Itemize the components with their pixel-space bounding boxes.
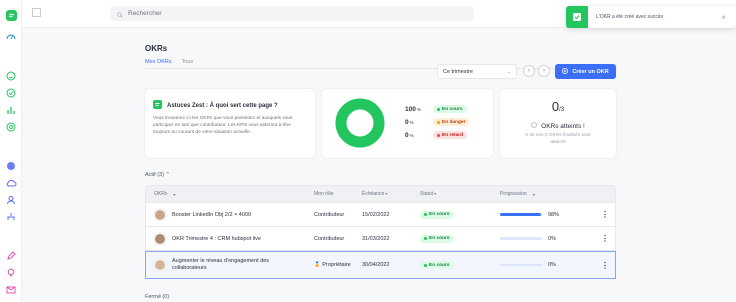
create-okr-label: Créer un OKR xyxy=(572,68,609,75)
zest-tip-icon xyxy=(153,100,162,111)
okr-icon[interactable] xyxy=(5,160,17,172)
table-header: OKRs ▾ Mon rôle Échéance ▾ Statut ▾ Progr… xyxy=(145,185,616,203)
success-toast: L'OKR a été créé avec succès × xyxy=(566,6,736,28)
avatar xyxy=(154,232,166,245)
plus-icon xyxy=(562,67,569,76)
closed-section-toggle[interactable]: Fermé (0) xyxy=(145,294,169,300)
tips-title: Astuces Zest : À quoi sert cette page ? xyxy=(167,102,278,109)
mood-icon[interactable] xyxy=(5,70,17,82)
mail-icon[interactable] xyxy=(5,284,17,296)
home-icon[interactable] xyxy=(5,31,17,43)
org-icon[interactable] xyxy=(5,211,17,223)
search-input[interactable] xyxy=(128,10,428,17)
create-okr-button[interactable]: Créer un OKR xyxy=(555,64,616,79)
edit-icon[interactable] xyxy=(5,250,17,262)
table-row[interactable]: OKR Trimestre 4 : CRM hubspot live Contr… xyxy=(145,227,616,251)
prev-period-button[interactable]: ‹ xyxy=(523,65,535,77)
status-badge: En cours xyxy=(420,261,454,269)
sidebar xyxy=(0,0,22,302)
avatar xyxy=(154,259,166,271)
tips-card: Astuces Zest : À quoi sert cette page ? … xyxy=(145,89,315,158)
more-icon[interactable]: ⋮ xyxy=(595,261,615,270)
okr-table: OKRs ▾ Mon rôle Échéance ▾ Statut ▾ Progr… xyxy=(145,185,616,279)
empty-circle-icon xyxy=(531,122,537,130)
progress-bar xyxy=(500,213,542,216)
legend-en-danger: 0% En danger xyxy=(405,118,480,126)
reached-card: 0/3 OKRs atteints ! 0 de vos 0 OKRs fina… xyxy=(500,89,616,158)
period-select[interactable]: Ce trimestre ⌄ xyxy=(437,64,517,79)
legend-en-retard: 0% En retard xyxy=(405,131,480,139)
reached-label: OKRs atteints ! xyxy=(500,122,616,130)
target-icon[interactable] xyxy=(5,121,17,133)
search-icon xyxy=(117,5,123,23)
search-bar[interactable] xyxy=(110,6,474,21)
stats-icon[interactable] xyxy=(5,104,17,116)
status-badge: En cours xyxy=(420,234,454,243)
period-label: Ce trimestre xyxy=(443,68,473,75)
sort-icon[interactable]: ▾ xyxy=(173,192,175,197)
close-icon[interactable]: × xyxy=(721,13,726,22)
progress-bar xyxy=(500,263,542,267)
avatar xyxy=(154,208,166,221)
active-section-toggle[interactable]: Actif (3) ⌃ xyxy=(145,172,170,178)
sort-icon[interactable]: ▾ xyxy=(433,191,436,196)
sort-icon[interactable]: ▾ xyxy=(533,192,535,197)
bulb-icon[interactable] xyxy=(5,267,17,279)
chevron-down-icon: ⌄ xyxy=(506,68,511,75)
trophy-icon: 🏅 xyxy=(314,262,321,268)
table-row[interactable]: Booster LinkedIn Obj 2/2 × 4000 Contribu… xyxy=(145,203,616,227)
check-icon xyxy=(566,6,588,28)
cloud-icon[interactable] xyxy=(5,177,17,189)
status-badge: En cours xyxy=(420,210,454,219)
zest-logo-icon[interactable] xyxy=(5,9,17,21)
page-title: OKRs xyxy=(145,44,168,53)
more-icon[interactable]: ⋮ xyxy=(595,210,615,219)
next-period-button[interactable]: › xyxy=(538,65,550,77)
legend-en-cours: 100% En cours xyxy=(405,105,480,113)
reached-sub: 0 de vos 0 OKRs finalisés sont atteints xyxy=(525,133,591,145)
tips-body: Vous trouverez ici les OKRs que vous pos… xyxy=(153,116,293,135)
check-icon[interactable] xyxy=(5,87,17,99)
chevron-left-icon: ‹ xyxy=(528,68,530,74)
toast-message: L'OKR a été créé avec succès xyxy=(596,14,664,20)
sort-icon[interactable]: ▾ xyxy=(384,191,387,196)
reached-count: 0/3 xyxy=(551,99,565,114)
chevron-up-icon: ⌃ xyxy=(165,172,171,178)
chevron-right-icon: › xyxy=(543,68,545,74)
progress-bar xyxy=(500,237,542,240)
team-icon[interactable] xyxy=(5,194,17,206)
company-logo xyxy=(32,8,41,17)
table-row[interactable]: Augmenter le niveau d'engagement des col… xyxy=(145,251,616,279)
more-icon[interactable]: ⋮ xyxy=(595,234,615,243)
status-donut xyxy=(335,98,385,148)
